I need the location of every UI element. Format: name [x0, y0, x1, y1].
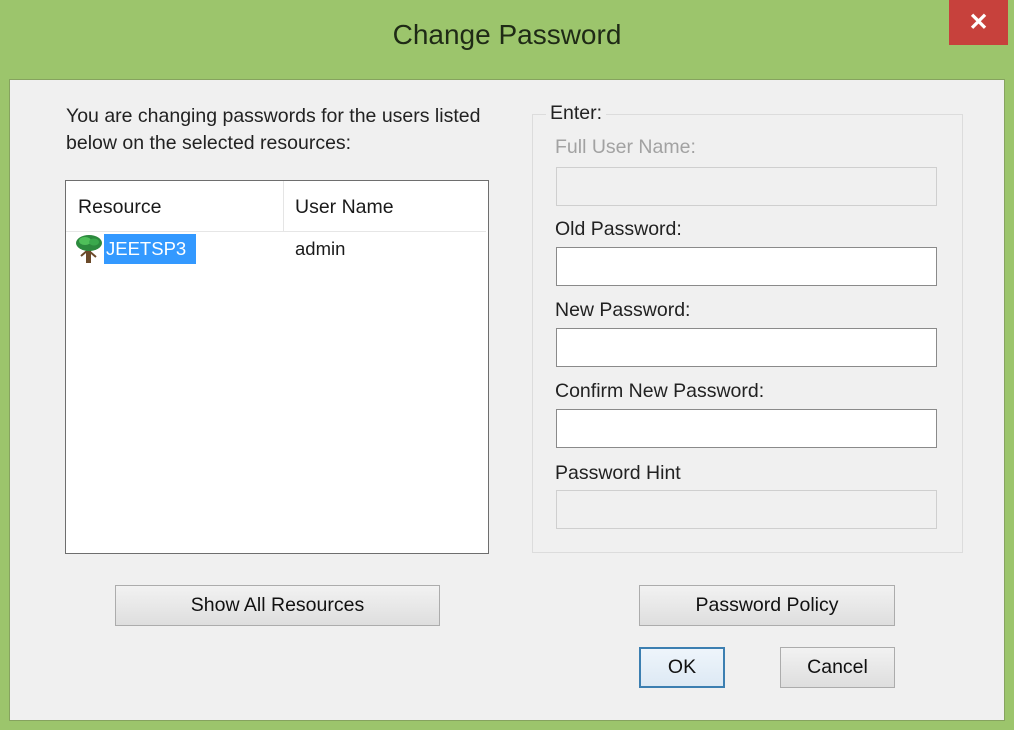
password-policy-button[interactable]: Password Policy [639, 585, 895, 626]
enter-group-legend: Enter: [546, 102, 607, 125]
full-user-name-label: Full User Name: [555, 136, 696, 158]
confirm-password-label: Confirm New Password: [555, 380, 765, 402]
tree-icon [76, 235, 102, 263]
title-bar[interactable]: Change Password ✕ [0, 0, 1014, 80]
change-password-dialog: Change Password ✕ You are changing passw… [0, 0, 1014, 730]
password-hint-field [556, 490, 937, 529]
column-header-resource[interactable]: Resource [66, 181, 284, 231]
list-item[interactable]: JEETSP3 admin [74, 233, 484, 265]
resource-user-list[interactable]: Resource User Name JEETSP3 admin [65, 180, 489, 554]
dialog-title: Change Password [392, 19, 622, 50]
list-item-user-name: admin [295, 238, 346, 259]
new-password-label: New Password: [555, 299, 691, 321]
resource-name: JEETSP3 [104, 234, 197, 264]
old-password-field[interactable] [556, 247, 937, 286]
cancel-button[interactable]: Cancel [780, 647, 895, 688]
intro-text: You are changing passwords for the users… [66, 105, 481, 154]
close-button[interactable]: ✕ [949, 0, 1008, 45]
dialog-body: You are changing passwords for the users… [9, 79, 1005, 721]
old-password-label: Old Password: [555, 218, 682, 240]
column-header-user-name[interactable]: User Name [284, 181, 486, 231]
list-item-resource[interactable]: JEETSP3 [74, 234, 197, 264]
ok-button[interactable]: OK [639, 647, 725, 688]
show-all-resources-button[interactable]: Show All Resources [115, 585, 440, 626]
full-user-name-field [556, 167, 937, 206]
confirm-password-field[interactable] [556, 409, 937, 448]
password-hint-label: Password Hint [555, 462, 681, 484]
close-icon: ✕ [968, 9, 989, 36]
list-header: Resource User Name [66, 181, 486, 232]
new-password-field[interactable] [556, 328, 937, 367]
